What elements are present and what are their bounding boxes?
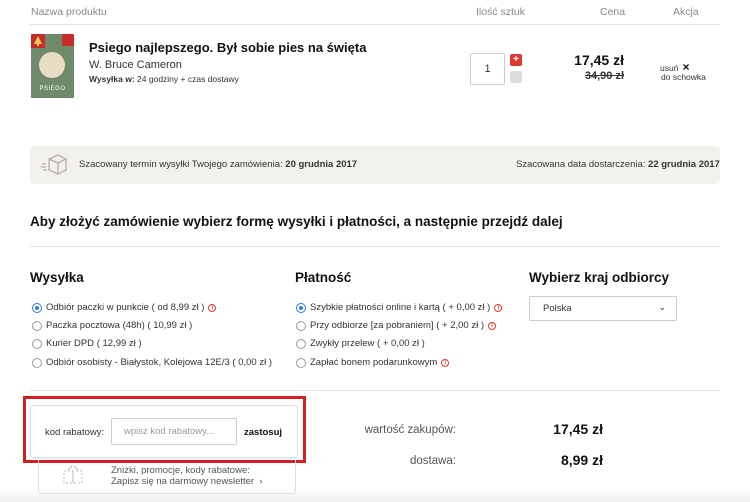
radio-unselected[interactable] xyxy=(32,320,42,331)
quantity-input[interactable]: 1 xyxy=(470,53,505,85)
bottom-shadow xyxy=(0,488,750,502)
save-for-later-link[interactable]: do schowka xyxy=(661,72,706,82)
shipping-section-title: Wysyłka xyxy=(30,270,84,285)
shipping-option-price: ( 0,00 zł ) xyxy=(232,357,273,368)
country-section-title: Wybierz kraj odbiorcy xyxy=(529,270,670,285)
info-icon[interactable]: i xyxy=(208,303,217,312)
chevron-down-icon: ⌄ xyxy=(658,302,666,312)
payment-section-title: Płatność xyxy=(295,270,352,285)
discount-code-input[interactable]: wpisz kod rabatowy... xyxy=(111,418,237,445)
payment-option-label: Przy odbiorze [za pobraniem] xyxy=(310,320,434,331)
ribbon-corner xyxy=(62,34,74,46)
shipping-option-label: Odbiór paczki w punkcie xyxy=(46,302,149,313)
quantity-decrease-button[interactable] xyxy=(510,71,522,83)
package-icon xyxy=(41,154,67,175)
cover-title: PSIEGO xyxy=(39,86,66,92)
shipping-option-postal-parcel[interactable]: Paczka pocztowa (48h) ( 10,99 zł ) xyxy=(32,320,192,331)
payment-option-cod[interactable]: Przy odbiorze [za pobraniem] ( + 2,00 zł… xyxy=(296,320,496,331)
radio-unselected[interactable] xyxy=(32,357,42,368)
product-title[interactable]: Psiego najlepszego. Był sobie pies na św… xyxy=(89,40,366,55)
order-instructions-heading: Aby złożyć zamówienie wybierz formę wysy… xyxy=(30,214,563,229)
radio-selected[interactable] xyxy=(296,302,306,313)
payment-option-label: Zwykły przelew xyxy=(310,338,375,349)
gift-icon xyxy=(63,465,83,484)
payment-option-label: Zapłać bonem podarunkowym xyxy=(310,357,438,368)
payment-option-gift-voucher[interactable]: Zapłać bonem podarunkowym i xyxy=(296,357,450,368)
shipping-option-price: ( 10,99 zł ) xyxy=(147,320,193,331)
column-header-quantity: Ilość sztuk xyxy=(476,6,526,18)
dog-illustration xyxy=(39,52,65,78)
info-icon[interactable]: i xyxy=(488,321,496,330)
radio-unselected[interactable] xyxy=(32,338,42,349)
radio-selected[interactable] xyxy=(32,302,42,313)
payment-option-online[interactable]: Szybkie płatności online i kartą ( + 0,0… xyxy=(296,302,503,313)
discount-code-label: kod rabatowy: xyxy=(45,427,105,438)
newsletter-signup-link[interactable]: Zapisz się na darmowy newsletter › xyxy=(111,476,263,487)
shipping-option-price: ( 12,99 zł ) xyxy=(96,338,142,349)
delivery-cost-value: 8,99 zł xyxy=(560,452,603,468)
shipping-option-price: ( od 8,99 zł ) xyxy=(151,302,205,313)
payment-option-price: ( + 2,00 zł ) xyxy=(436,320,484,331)
delivery-estimate-label: Szacowana data dostarczenia: xyxy=(516,159,646,170)
payment-option-transfer[interactable]: Zwykły przelew ( + 0,00 zł ) xyxy=(296,338,425,349)
purchase-value-label: wartość zakupów: xyxy=(364,424,456,436)
shipping-estimate: Szacowany termin wysyłki Twojego zamówie… xyxy=(79,159,357,170)
shipping-estimate-date: 20 grudnia 2017 xyxy=(285,159,358,170)
quantity-increase-button[interactable]: + xyxy=(510,54,522,66)
radio-unselected[interactable] xyxy=(296,338,306,349)
chevron-right-icon: › xyxy=(259,476,263,487)
newsletter-signup-label: Zapisz się na darmowy newsletter xyxy=(111,476,255,487)
summary-divider xyxy=(30,390,720,391)
product-price: 17,45 zł xyxy=(574,52,624,68)
shipping-option-pickup-point[interactable]: Odbiór paczki w punkcie ( od 8,99 zł ) i xyxy=(32,302,217,313)
shipping-estimate-label: Szacowany termin wysyłki Twojego zamówie… xyxy=(79,159,283,170)
purchase-value: 17,45 zł xyxy=(553,421,603,437)
info-icon[interactable]: i xyxy=(494,303,503,312)
promo-line-1: Zniżki, promocje, kody rabatowe: xyxy=(111,465,250,476)
shipping-time-value: 24 godziny + czas dostawy xyxy=(137,74,239,84)
column-header-product: Nazwa produktu xyxy=(31,6,107,18)
column-header-action: Akcja xyxy=(673,6,699,18)
delivery-cost-label: dostawa: xyxy=(409,455,456,467)
shipping-time-label: Wysyłka w: xyxy=(89,74,135,84)
section-divider xyxy=(30,246,720,247)
christmas-tree-icon xyxy=(31,34,45,48)
product-author[interactable]: W. Bruce Cameron xyxy=(89,59,182,71)
country-select[interactable]: Polska ⌄ xyxy=(529,296,677,321)
shipping-option-label: Paczka pocztowa (48h) xyxy=(46,320,145,331)
delivery-estimate-date: 22 grudnia 2017 xyxy=(648,159,720,170)
radio-unselected[interactable] xyxy=(296,357,306,368)
shipping-option-personal-pickup[interactable]: Odbiór osobisty - Białystok, Kolejowa 12… xyxy=(32,357,272,368)
country-select-value: Polska xyxy=(543,303,572,314)
shipping-option-label: Odbiór osobisty - Białystok, Kolejowa 12… xyxy=(46,357,230,368)
shipping-option-label: Kurier DPD xyxy=(46,338,95,349)
header-divider xyxy=(30,24,720,25)
payment-option-price: ( + 0,00 zł ) xyxy=(377,338,425,349)
radio-unselected[interactable] xyxy=(296,320,306,331)
book-cover-image[interactable]: PSIEGO xyxy=(31,34,74,98)
delivery-estimate: Szacowana data dostarczenia: 22 grudnia … xyxy=(516,159,720,170)
product-old-price: 34,90 zł xyxy=(584,70,624,82)
info-icon[interactable]: i xyxy=(441,358,450,367)
payment-option-price: ( + 0,00 zł ) xyxy=(442,302,491,313)
apply-discount-button[interactable]: zastosuj xyxy=(244,427,282,438)
product-shipping-time: Wysyłka w: 24 godziny + czas dostawy xyxy=(89,74,239,84)
payment-option-label: Szybkie płatności online i kartą xyxy=(310,302,440,313)
column-header-price: Cena xyxy=(600,6,626,18)
shipping-option-dpd-courier[interactable]: Kurier DPD ( 12,99 zł ) xyxy=(32,338,142,349)
